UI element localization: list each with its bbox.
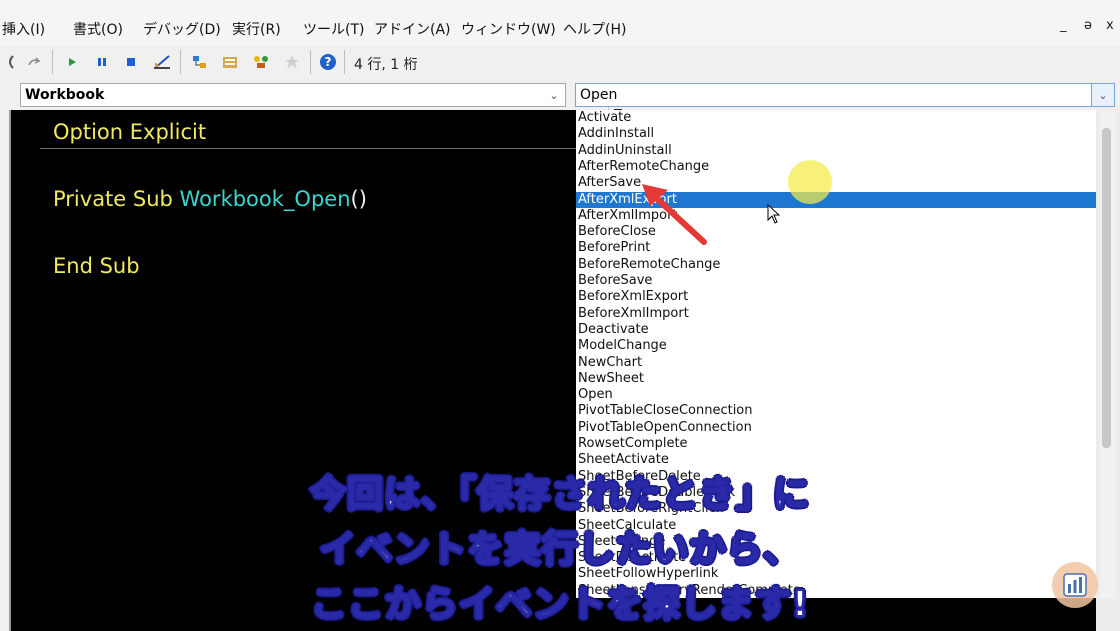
code-procedure-name: Workbook_Open — [179, 187, 351, 211]
cursor-position: 4 行, 1 桁 — [354, 57, 418, 73]
object-dropdown-value: Workbook — [25, 87, 105, 103]
toolbar-separator — [344, 50, 345, 74]
code-parentheses: () — [350, 187, 367, 211]
reset-icon[interactable] — [121, 52, 141, 72]
chevron-down-icon[interactable]: ⌄ — [543, 84, 565, 106]
menu-insert[interactable]: 挿入(I) — [2, 19, 45, 39]
menu-help[interactable]: ヘルプ(H) — [563, 19, 626, 39]
list-item[interactable]: Activate — [578, 110, 631, 126]
list-item[interactable]: PivotTableOpenConnection — [578, 420, 752, 436]
restore-button[interactable]: ǝ — [1084, 18, 1092, 33]
object-dropdown[interactable]: Workbook ⌄ — [20, 83, 566, 107]
procedure-separator — [40, 148, 576, 149]
redo-icon[interactable] — [24, 52, 44, 72]
undo-icon[interactable] — [0, 52, 20, 72]
menu-debug[interactable]: デバッグ(D) — [143, 19, 221, 39]
code-gutter-line — [9, 110, 11, 631]
menu-bar: 挿入(I) 書式(O) デバッグ(D) 実行(R) ツール(T) アドイン(A)… — [0, 0, 1120, 46]
close-button[interactable]: x — [1106, 18, 1114, 33]
standard-toolbar: ? — [0, 46, 628, 124]
object-browser-icon[interactable] — [251, 52, 271, 72]
subtitle-line-3: ここからイベントを探します! — [310, 583, 810, 626]
code-line-end-sub[interactable]: End Sub — [53, 254, 140, 278]
code-line-sub-declaration[interactable]: Private Sub Workbook_Open() — [53, 187, 367, 211]
menu-window[interactable]: ウィンドウ(W) — [461, 19, 556, 39]
menu-tools[interactable]: ツール(T) — [303, 19, 364, 39]
list-item[interactable]: BeforeXmlExport — [578, 289, 688, 305]
list-item[interactable]: BeforeXmlImport — [578, 306, 689, 322]
code-line-option-explicit[interactable]: Option Explicit — [53, 120, 206, 144]
chevron-down-icon[interactable]: ⌄ — [1091, 84, 1114, 106]
list-item[interactable]: ModelChange — [578, 338, 667, 354]
list-item[interactable]: NewChart — [578, 355, 642, 371]
minimize-button[interactable]: _ — [1060, 18, 1067, 33]
toolbox-icon[interactable] — [282, 52, 302, 72]
menu-format[interactable]: 書式(O) — [73, 19, 123, 39]
list-item[interactable]: BeforeRemoteChange — [578, 257, 720, 273]
menu-run[interactable]: 実行(R) — [232, 19, 281, 39]
list-item[interactable]: RowsetComplete — [578, 436, 688, 452]
list-item[interactable]: Deactivate — [578, 322, 649, 338]
toolbar-separator — [310, 50, 311, 74]
procedure-dropdown[interactable]: Open ⌄ — [575, 83, 1115, 107]
list-item[interactable]: NewSheet — [578, 371, 644, 387]
code-margin — [10, 110, 40, 631]
code-keyword-private-sub: Private Sub — [53, 187, 180, 211]
help-icon[interactable]: ? — [318, 52, 338, 72]
toolbar-separator — [180, 50, 181, 74]
list-item[interactable]: Open — [578, 387, 613, 403]
svg-text:?: ? — [325, 55, 332, 69]
list-item[interactable]: AddinUninstall — [578, 143, 672, 159]
channel-logo-icon — [1052, 562, 1098, 608]
procedure-dropdown-value: Open — [580, 87, 618, 103]
menu-addins[interactable]: アドイン(A) — [374, 19, 451, 39]
cursor-highlight — [788, 160, 832, 204]
project-explorer-icon[interactable] — [190, 52, 210, 72]
subtitle-line-2: イベントを実行したいから、 — [318, 528, 801, 571]
pause-icon[interactable] — [92, 52, 112, 72]
list-item[interactable]: AddinInstall — [578, 126, 654, 142]
run-icon[interactable] — [62, 52, 82, 72]
list-item[interactable]: BeforeSave — [578, 273, 652, 289]
design-mode-icon[interactable] — [152, 52, 172, 72]
properties-icon[interactable] — [220, 52, 240, 72]
event-list-scrollbar-thumb[interactable] — [1102, 128, 1111, 448]
subtitle-line-1: 今回は、「保存されたとき」に — [309, 473, 810, 516]
toolbar-separator — [52, 50, 53, 74]
list-item[interactable]: AfterRemoteChange — [578, 159, 709, 175]
list-item[interactable]: PivotTableCloseConnection — [578, 403, 753, 419]
red-arrow-icon — [642, 184, 707, 245]
mouse-pointer-icon — [767, 204, 781, 224]
